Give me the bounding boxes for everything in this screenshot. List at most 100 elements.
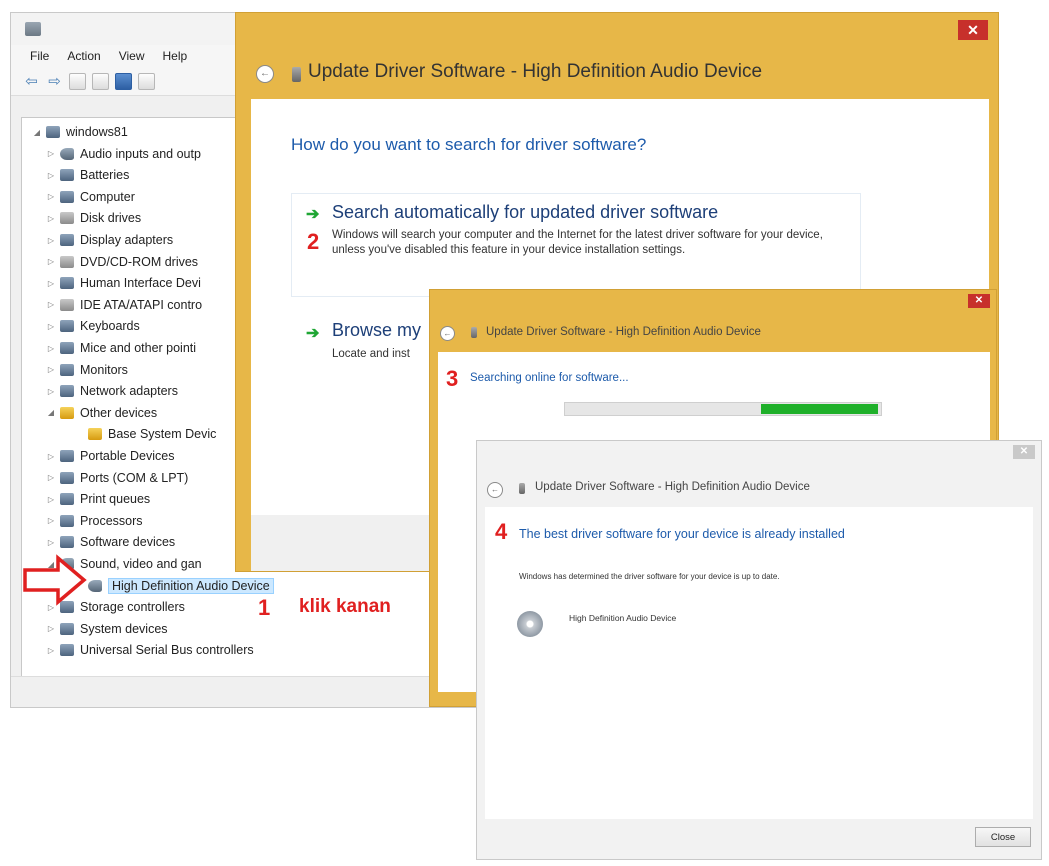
searching-status-text: Searching online for software...	[470, 372, 629, 384]
dialog3-device-name: High Definition Audio Device	[569, 613, 677, 623]
tree-item[interactable]: ▷ Audio inputs and outp	[46, 144, 201, 164]
tree-item[interactable]: High Definition Audio Device	[74, 576, 274, 596]
tree-expander-icon[interactable]: ▷	[46, 322, 56, 331]
battery-icon	[60, 169, 74, 182]
tree-expander-icon[interactable]: ◢	[32, 128, 42, 137]
tree-expander-icon[interactable]: ▷	[46, 624, 56, 633]
tree-expander-icon[interactable]: ▷	[46, 344, 56, 353]
tree-item-label: Base System Devic	[108, 427, 217, 442]
tree-item[interactable]: ▷ Batteries	[46, 165, 129, 185]
disk-icon	[60, 298, 74, 311]
selected-tree-item-label: High Definition Audio Device	[108, 577, 274, 594]
speaker-device-icon	[517, 611, 543, 637]
search-progress-bar	[564, 402, 882, 416]
properties-button[interactable]	[92, 72, 109, 90]
tree-item[interactable]: ▷ DVD/CD-ROM drives	[46, 252, 198, 272]
tree-expander-icon[interactable]: ▷	[46, 452, 56, 461]
menu-action[interactable]: Action	[58, 49, 109, 63]
dialog3-back-icon[interactable]: ←	[487, 482, 503, 498]
forward-arrow-icon[interactable]: ⇨	[46, 73, 63, 90]
step-3-number: 3	[446, 366, 459, 391]
tree-expander-icon[interactable]: ▷	[46, 365, 56, 374]
tree-item[interactable]: ▷ Network adapters	[46, 381, 178, 401]
tree-item-label: Universal Serial Bus controllers	[80, 643, 254, 658]
tree-item[interactable]: ▷ Software devices	[46, 532, 175, 552]
tree-item[interactable]: ▷ Ports (COM & LPT)	[46, 468, 188, 488]
tree-expander-icon[interactable]: ▷	[46, 192, 56, 201]
tree-expander-icon[interactable]: ▷	[46, 300, 56, 309]
tree-item[interactable]: ◢ windows81	[32, 122, 128, 142]
dialog1-close-button[interactable]: ✕	[958, 20, 988, 40]
tree-item-label: DVD/CD-ROM drives	[80, 254, 199, 269]
tree-item[interactable]: Base System Devic	[74, 424, 216, 444]
tree-item-label: Computer	[80, 189, 135, 204]
display-icon	[60, 234, 74, 246]
tree-item[interactable]: ▷ Keyboards	[46, 316, 140, 336]
tree-expander-icon[interactable]: ▷	[46, 236, 56, 245]
dialog3-title: Update Driver Software - High Definition…	[535, 481, 810, 493]
tree-item[interactable]: ▷ System devices	[46, 619, 168, 639]
tree-item[interactable]: ▷ Portable Devices	[46, 446, 175, 466]
warn-icon	[88, 428, 102, 441]
audio-icon	[88, 579, 102, 592]
tree-item[interactable]: ▷ Universal Serial Bus controllers	[46, 640, 254, 660]
tree-expander-icon[interactable]: ▷	[46, 387, 56, 396]
scan-hardware-button[interactable]	[138, 72, 155, 90]
tree-expander-icon[interactable]: ▷	[46, 473, 56, 482]
step-1-number: 1	[258, 595, 271, 620]
menu-help[interactable]: Help	[154, 49, 197, 63]
tree-item[interactable]: ◢ Other devices	[46, 403, 157, 423]
dialog2-back-icon[interactable]: ←	[440, 326, 455, 341]
port-icon	[60, 471, 74, 484]
close-button[interactable]: Close	[975, 827, 1031, 847]
tree-expander-icon[interactable]: ▷	[46, 538, 56, 547]
update-driver-dialog-result: ✕ ← Update Driver Software - High Defini…	[476, 440, 1042, 860]
step-2-number: 2	[307, 229, 320, 254]
show-hide-console-tree-button[interactable]	[69, 72, 86, 90]
warn-icon	[60, 406, 74, 419]
tree-expander-icon[interactable]: ▷	[46, 149, 56, 158]
mouse-icon	[60, 342, 74, 354]
tree-expander-icon[interactable]: ▷	[46, 214, 56, 223]
search-automatically-option[interactable]: ➔ Search automatically for updated drive…	[291, 193, 861, 297]
tree-item-label: Portable Devices	[80, 449, 175, 463]
tree-item[interactable]: ▷ Processors	[46, 511, 143, 531]
tree-item[interactable]: ▷ Print queues	[46, 489, 150, 509]
help-button[interactable]	[115, 72, 132, 90]
printer-icon	[60, 493, 74, 506]
tree-expander-icon[interactable]: ◢	[46, 408, 56, 417]
tree-item[interactable]: ▷ Mice and other pointi	[46, 338, 196, 358]
tree-expander-icon[interactable]: ▷	[46, 516, 56, 525]
tree-item[interactable]: ▷ Monitors	[46, 360, 128, 380]
tree-expander-icon[interactable]: ▷	[46, 279, 56, 288]
status-bar	[11, 676, 497, 707]
keyboard-icon	[60, 320, 74, 333]
green-arrow-icon: ➔	[306, 325, 320, 342]
dialog1-device-icon	[292, 67, 301, 82]
tree-item[interactable]: ▷ IDE ATA/ATAPI contro	[46, 295, 202, 315]
tree-item-label: System devices	[80, 621, 168, 636]
search-automatically-title: Search automatically for updated driver …	[332, 202, 719, 222]
tree-expander-icon[interactable]: ▷	[46, 495, 56, 504]
tree-item[interactable]: ▷ Computer	[46, 187, 135, 207]
tree-item-label: IDE ATA/ATAPI contro	[80, 297, 203, 312]
tree-item[interactable]: ▷ Display adapters	[46, 230, 173, 250]
menu-file[interactable]: File	[21, 49, 58, 63]
menu-view[interactable]: View	[110, 49, 154, 63]
step-1-label: klik kanan	[299, 596, 391, 617]
disk-icon	[60, 255, 74, 268]
dialog1-back-icon[interactable]: ←	[256, 65, 274, 83]
dialog2-close-button[interactable]: ✕	[968, 294, 990, 308]
tree-expander-icon[interactable]: ▷	[46, 171, 56, 180]
tree-expander-icon[interactable]: ▷	[46, 257, 56, 266]
software-icon	[60, 536, 74, 549]
dialog2-title: Update Driver Software - High Definition…	[486, 326, 761, 338]
tree-item[interactable]: ▷ Human Interface Devi	[46, 273, 201, 293]
tree-item-label: Human Interface Devi	[80, 276, 201, 291]
dialog3-close-x-button[interactable]: ✕	[1013, 445, 1035, 459]
tree-item[interactable]: ▷ Disk drives	[46, 208, 141, 228]
browse-option-title[interactable]: Browse my	[332, 320, 421, 341]
tree-item-label: Network adapters	[80, 384, 178, 399]
back-arrow-icon[interactable]: ⇦	[23, 73, 40, 90]
tree-expander-icon[interactable]: ▷	[46, 646, 56, 655]
